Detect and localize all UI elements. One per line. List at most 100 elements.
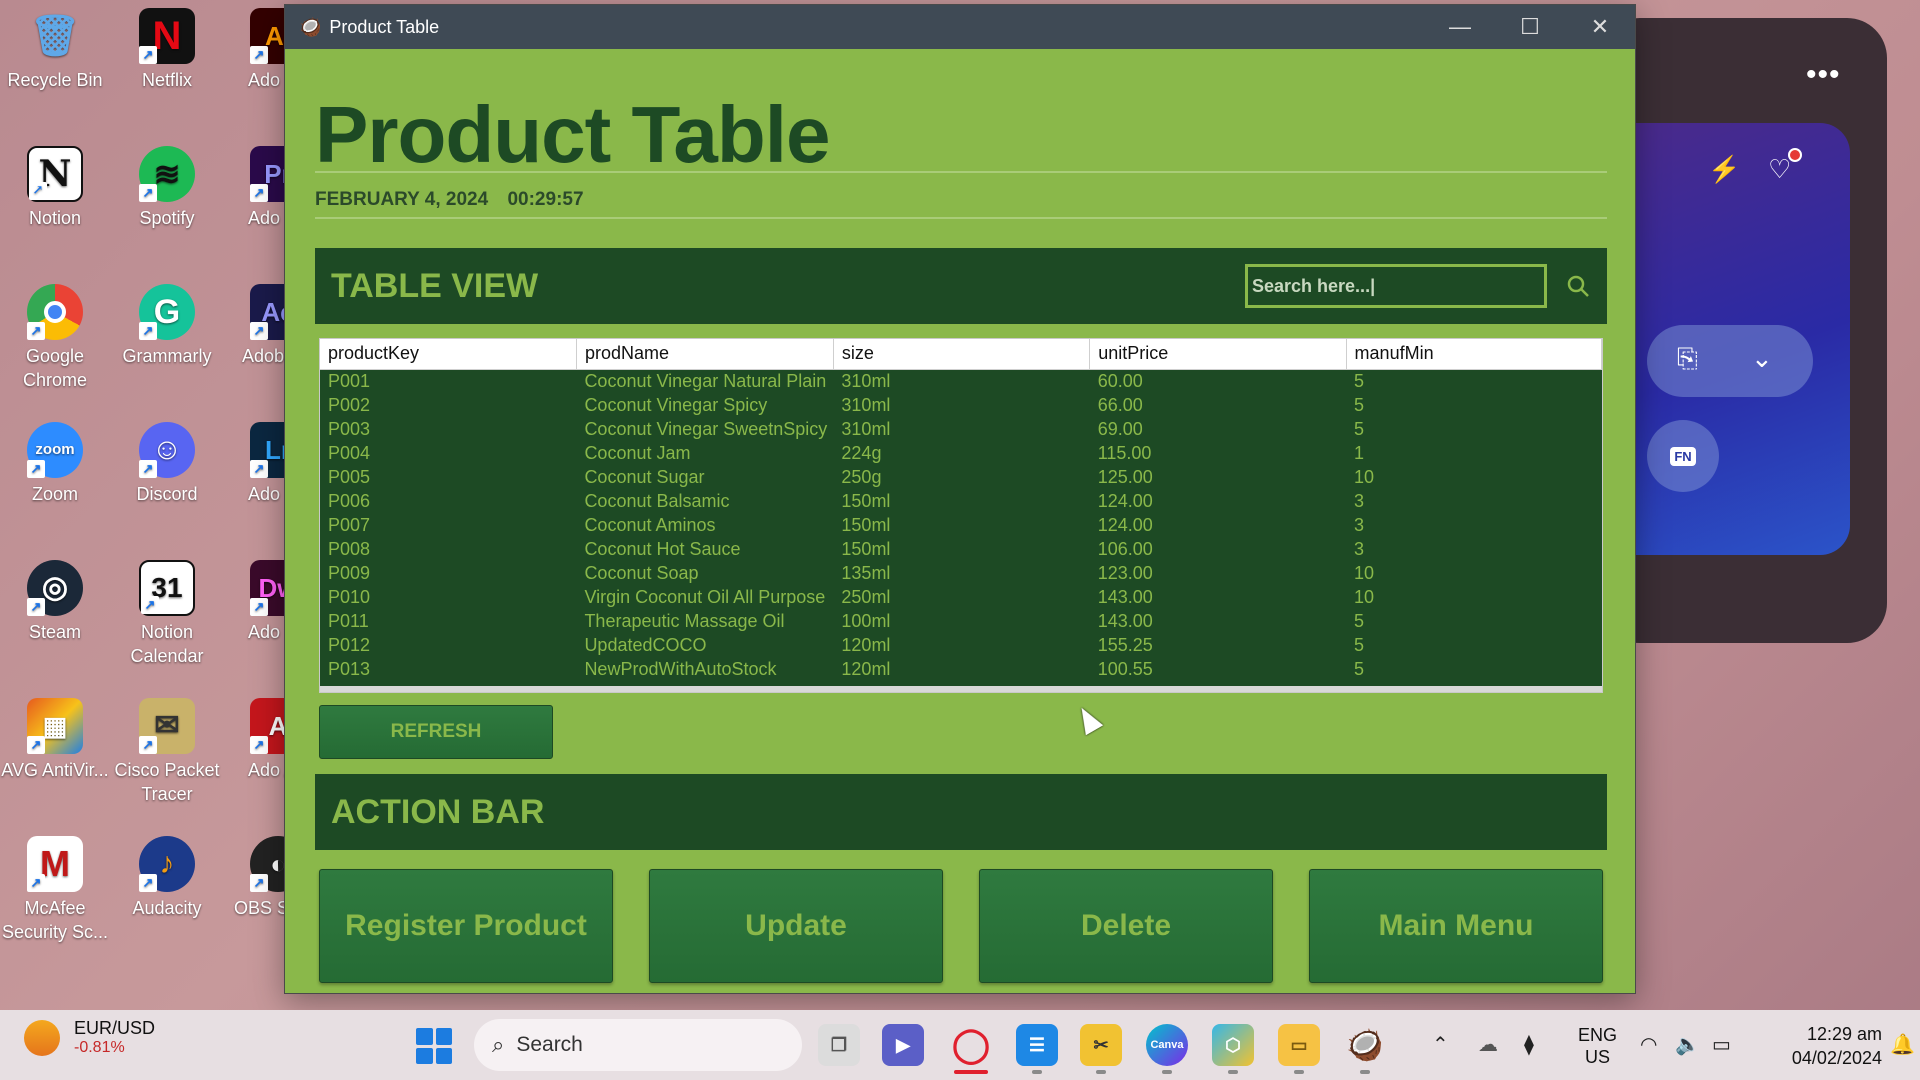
cell-unitprice: 69.00 (1097, 418, 1143, 439)
column-header-productkey[interactable]: productKey (320, 339, 577, 370)
table-row[interactable]: P010 Virgin Coconut Oil All Purpose 250ml 1… (320, 585, 1602, 609)
language-indicator[interactable]: ENG US (1578, 1024, 1617, 1068)
onedrive-icon[interactable]: ☁ (1478, 1032, 1498, 1057)
desktop-icon-audacity[interactable]: ♪ ↗ Audacity (112, 830, 222, 920)
desktop-icon-notion-calendar[interactable]: 31 ↗ Notion Calendar (112, 554, 222, 668)
desktop-icon-cisco[interactable]: ✉ ↗ Cisco Packet Tracer (112, 692, 222, 806)
window-titlebar[interactable]: 🥥 Product Table — ☐ ✕ (285, 5, 1635, 49)
horizontal-scrollbar[interactable] (320, 686, 1602, 692)
table-row[interactable]: P007 Coconut Aminos 150ml 124.00 3 (320, 513, 1602, 537)
close-button[interactable]: ✕ (1565, 5, 1635, 49)
search-input[interactable] (1245, 264, 1547, 308)
desktop-icon-chrome[interactable]: ↗ Google Chrome (0, 278, 110, 392)
chevron-up-icon[interactable]: ⌃ (1432, 1032, 1449, 1057)
search-icon[interactable] (1565, 248, 1591, 324)
table-row[interactable]: P011 Therapeutic Massage Oil 100ml 143.00 5 (320, 609, 1602, 633)
chevron-down-icon[interactable]: ⌄ (1751, 343, 1773, 374)
windows-logo-tile (416, 1028, 433, 1045)
column-header-unitprice[interactable]: unitPrice (1089, 339, 1347, 370)
cell-manufmin: 10 (1354, 562, 1375, 583)
table-row[interactable]: P006 Coconut Balsamic 150ml 124.00 3 (320, 489, 1602, 513)
desktop-icon-recycle-bin[interactable]: 🗑 Recycle Bin (0, 2, 110, 92)
canva-icon[interactable]: Canva (1146, 1024, 1188, 1066)
more-options-icon[interactable]: ••• (1806, 58, 1841, 92)
table-row[interactable]: P001 Coconut Vinegar Natural Plain 310ml 60… (320, 369, 1602, 393)
file-explorer-icon[interactable]: ▭ (1278, 1024, 1320, 1066)
cube-app-icon[interactable]: ⬡ (1212, 1024, 1254, 1066)
fn-button[interactable]: FN (1647, 420, 1719, 492)
desktop-icon-spotify[interactable]: ≋ ↗ Spotify (112, 140, 222, 230)
desktop-icon-steam[interactable]: ◎ ↗ Steam (0, 554, 110, 644)
wifi-icon[interactable]: ◠ (1640, 1032, 1657, 1057)
battery-saver-icon[interactable]: ⚡ (1708, 154, 1740, 185)
notification-bell-icon[interactable]: 🔔 (1890, 1032, 1915, 1057)
desktop-icon-label: AVG AntiVir... (1, 760, 109, 780)
clock[interactable]: 12:29 am 04/02/2024 (1760, 1022, 1882, 1070)
column-header-size[interactable]: size (833, 339, 1091, 370)
cell-manufmin: 5 (1354, 394, 1365, 415)
connect-icon[interactable]: ⎘ (1677, 343, 1698, 375)
notification-badge (1788, 148, 1802, 162)
table-row[interactable]: P008 Coconut Hot Sauce 150ml 106.00 3 (320, 537, 1602, 561)
window-controls: — ☐ ✕ (1425, 5, 1635, 49)
desktop-icon-grammarly[interactable]: G ↗ Grammarly (112, 278, 222, 368)
desktop-icon-discord[interactable]: ☺ ↗ Discord (112, 416, 222, 506)
health-icon[interactable]: ♡ (1768, 154, 1791, 185)
opera-icon[interactable]: ◯ (950, 1024, 992, 1066)
desktop-icon-zoom[interactable]: zoom ↗ Zoom (0, 416, 110, 506)
battery-icon[interactable]: ▭ (1712, 1032, 1731, 1057)
table-row[interactable]: P013 NewProdWithAutoStock 120ml 100.55 5 (320, 657, 1602, 681)
cell-productkey: P001 (328, 370, 371, 391)
table-row[interactable]: P009 Coconut Soap 135ml 123.00 10 (320, 561, 1602, 585)
dropbox-icon[interactable]: ⧫ (1524, 1032, 1534, 1057)
cell-unitprice: 124.00 (1097, 490, 1153, 511)
cell-manufmin: 3 (1354, 514, 1365, 535)
current-date: FEBRUARY 4, 2024 (315, 189, 489, 210)
start-button[interactable] (416, 1028, 452, 1064)
table-header-row: productKey prodName size unitPrice manuf… (320, 339, 1602, 370)
column-header-manufmin[interactable]: manufMin (1346, 339, 1602, 370)
cell-size: 120ml (841, 634, 891, 655)
task-view-icon[interactable]: ❐ (818, 1024, 860, 1066)
main-menu-button[interactable]: Main Menu (1309, 869, 1603, 983)
app-icon: 🥥 (299, 16, 322, 37)
cell-productkey: P002 (328, 394, 371, 415)
datetime: FEBRUARY 4, 2024 00:29:57 (315, 189, 598, 211)
windows-logo-tile (416, 1047, 433, 1064)
desktop-icon-avg[interactable]: ▦ ↗ AVG AntiVir... (0, 692, 110, 782)
cell-manufmin: 5 (1354, 610, 1365, 631)
taskbar-widget[interactable]: EUR/USD -0.81% (24, 1018, 155, 1057)
current-time: 00:29:57 (507, 189, 584, 210)
notion-icon: N ↗ (27, 146, 83, 202)
refresh-button[interactable]: REFRESH (319, 705, 553, 759)
desktop-icon-mcafee[interactable]: M ↗ McAfee Security Sc... (0, 830, 110, 944)
cell-size: 250ml (841, 586, 891, 607)
table-row[interactable]: P004 Coconut Jam 224g 115.00 1 (320, 441, 1602, 465)
column-header-prodname[interactable]: prodName (576, 339, 834, 370)
notepad-icon[interactable]: ☰ (1016, 1024, 1058, 1066)
connection-pill[interactable]: ⎘ ⌄ (1647, 325, 1813, 397)
currency-icon (24, 1019, 60, 1056)
table-row[interactable]: P003 Coconut Vinegar SweetnSpicy 310ml 69.0… (320, 417, 1602, 441)
desktop-icon-notion[interactable]: N ↗ Notion (0, 140, 110, 230)
cell-unitprice: 143.00 (1097, 610, 1153, 631)
minimize-button[interactable]: — (1425, 5, 1495, 49)
delete-button[interactable]: Delete (979, 869, 1273, 983)
table-row[interactable]: P005 Coconut Sugar 250g 125.00 10 (320, 465, 1602, 489)
desktop-icon-netflix[interactable]: N ↗ Netflix (112, 2, 222, 92)
spotify-icon: ≋ ↗ (139, 146, 195, 202)
maximize-button[interactable]: ☐ (1495, 5, 1565, 49)
product-app-icon[interactable]: 🥥 (1344, 1024, 1386, 1066)
snipping-tool-icon[interactable]: ✂ (1080, 1024, 1122, 1066)
product-table[interactable]: productKey prodName size unitPrice manuf… (319, 338, 1603, 693)
register-product-button[interactable]: Register Product (319, 869, 613, 983)
meet-icon[interactable]: ▶ (882, 1024, 924, 1066)
cell-unitprice: 66.00 (1097, 394, 1143, 415)
update-button[interactable]: Update (649, 869, 943, 983)
volume-icon[interactable]: 🔈 (1675, 1032, 1700, 1057)
taskbar-search[interactable]: ⌕ Search (474, 1019, 802, 1071)
clock-time: 12:29 am (1806, 1024, 1882, 1044)
table-row[interactable]: P002 Coconut Vinegar Spicy 310ml 66.00 5 (320, 393, 1602, 417)
app-indicator (1162, 1070, 1172, 1074)
table-row[interactable]: P012 UpdatedCOCO 120ml 155.25 5 (320, 633, 1602, 657)
